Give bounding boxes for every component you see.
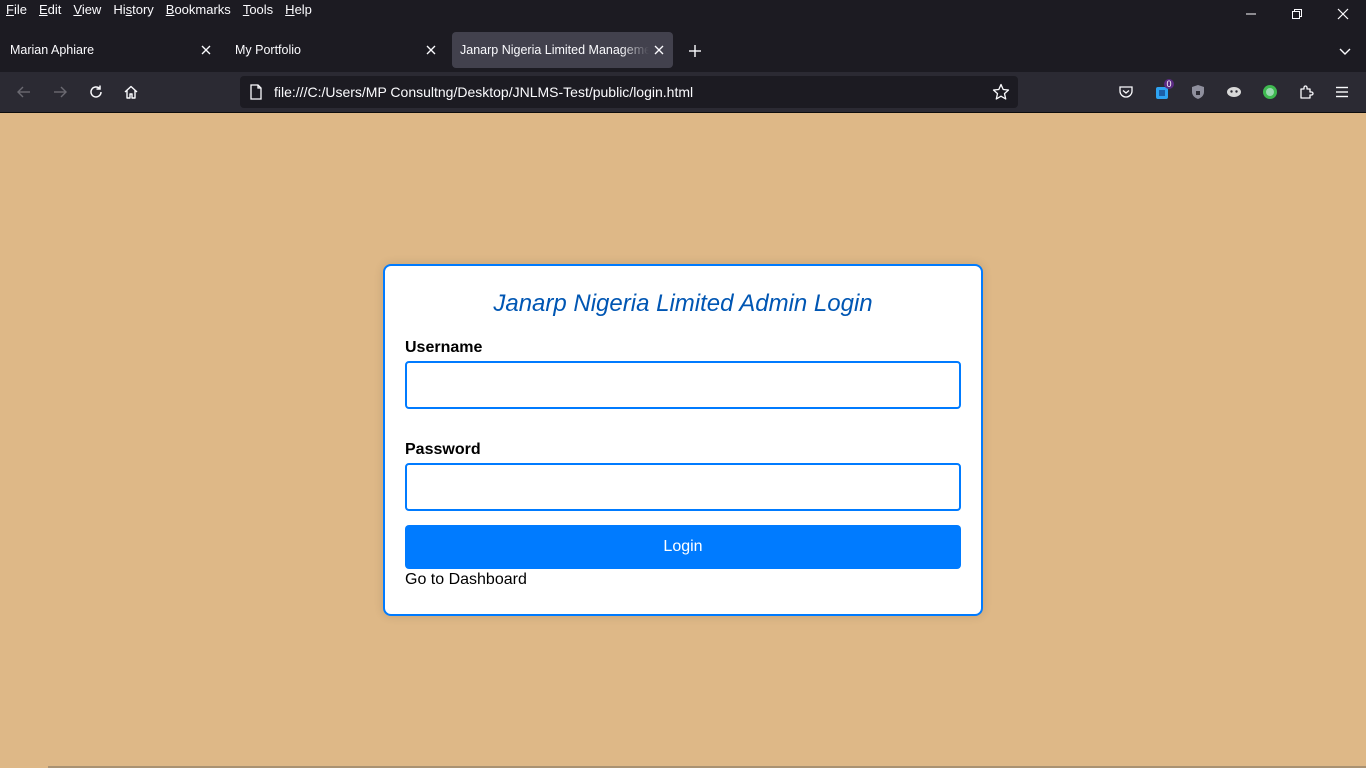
login-card: Janarp Nigeria Limited Admin Login Usern… bbox=[383, 264, 983, 616]
menu-items: File Edit View History Bookmarks Tools H… bbox=[6, 2, 318, 20]
close-icon bbox=[1337, 8, 1349, 20]
tab-title: Janarp Nigeria Limited Management bbox=[460, 43, 649, 57]
minimize-button[interactable] bbox=[1228, 0, 1274, 28]
login-button[interactable]: Login bbox=[405, 525, 961, 569]
menu-file-label: ile bbox=[13, 2, 27, 17]
menu-help[interactable]: Help bbox=[279, 2, 318, 20]
menu-edit[interactable]: Edit bbox=[33, 2, 67, 20]
ghost-extension-button[interactable] bbox=[1220, 78, 1248, 106]
window-controls bbox=[1228, 0, 1366, 28]
tab-title: My Portfolio bbox=[235, 43, 301, 57]
hamburger-menu-icon bbox=[1336, 86, 1348, 98]
list-all-tabs-button[interactable] bbox=[1332, 38, 1358, 64]
minimize-icon bbox=[1246, 13, 1256, 15]
shield-lock-icon bbox=[1192, 85, 1204, 99]
extension-counter-button[interactable]: 0 bbox=[1148, 78, 1176, 106]
chevron-down-icon bbox=[1339, 48, 1351, 55]
url-text: file:///C:/Users/MP Consultng/Desktop/JN… bbox=[274, 84, 694, 100]
login-title: Janarp Nigeria Limited Admin Login bbox=[493, 290, 873, 317]
menu-edit-label: dit bbox=[47, 2, 62, 17]
extensions-button[interactable] bbox=[1292, 78, 1320, 106]
tab-close-button[interactable] bbox=[196, 40, 216, 60]
password-input[interactable] bbox=[405, 463, 961, 511]
menu-file-accel: F bbox=[6, 2, 14, 17]
pocket-button[interactable] bbox=[1112, 78, 1140, 106]
menu-view-label: iew bbox=[81, 2, 102, 17]
green-circle-icon bbox=[1263, 85, 1277, 99]
username-label: Username bbox=[405, 339, 483, 356]
page-file-icon bbox=[248, 84, 264, 100]
tab-title: Marian Aphiare bbox=[10, 43, 95, 57]
menu-bookmarks[interactable]: Bookmarks bbox=[160, 2, 237, 20]
forward-button[interactable] bbox=[46, 78, 74, 106]
menu-bar: File Edit View History Bookmarks Tools H… bbox=[0, 0, 1366, 28]
menu-tools-label: ools bbox=[249, 2, 274, 17]
menu-tools[interactable]: Tools bbox=[237, 2, 279, 20]
tab-marian-aphiare[interactable]: Marian Aphiare bbox=[0, 32, 222, 68]
arrow-right-icon bbox=[54, 86, 67, 98]
menu-view[interactable]: View bbox=[67, 2, 107, 20]
restore-icon bbox=[1292, 9, 1302, 19]
tab-janarp-active[interactable]: Janarp Nigeria Limited Management bbox=[452, 32, 673, 68]
url-bar[interactable]: file:///C:/Users/MP Consultng/Desktop/JN… bbox=[240, 76, 1018, 108]
green-extension-button[interactable] bbox=[1256, 78, 1284, 106]
privacy-extension-button[interactable] bbox=[1184, 78, 1212, 106]
menu-history-pre: Hi bbox=[113, 2, 126, 17]
ghost-icon bbox=[1227, 87, 1241, 97]
menu-bookmarks-label: ookmarks bbox=[174, 2, 231, 17]
close-window-button[interactable] bbox=[1320, 0, 1366, 28]
menu-help-label: elp bbox=[294, 2, 312, 17]
password-label: Password bbox=[405, 441, 481, 458]
nav-bar: file:///C:/Users/MP Consultng/Desktop/JN… bbox=[0, 72, 1366, 113]
menu-help-accel: H bbox=[285, 2, 295, 17]
app-menu-button[interactable] bbox=[1328, 78, 1356, 106]
dashboard-link[interactable]: Go to Dashboard bbox=[405, 571, 527, 589]
close-icon bbox=[201, 45, 211, 55]
close-icon bbox=[426, 45, 436, 55]
tab-my-portfolio[interactable]: My Portfolio bbox=[225, 32, 447, 68]
star-icon bbox=[992, 83, 1010, 100]
tab-close-button[interactable] bbox=[649, 40, 669, 60]
plus-icon bbox=[689, 45, 701, 57]
puzzle-icon bbox=[1300, 85, 1314, 99]
menu-view-accel: V bbox=[73, 2, 82, 17]
menu-file[interactable]: File bbox=[6, 2, 33, 20]
tab-close-button[interactable] bbox=[421, 40, 441, 60]
menu-edit-accel: E bbox=[38, 2, 48, 17]
menu-history-label: tory bbox=[132, 2, 154, 17]
bookmark-star-button[interactable] bbox=[990, 81, 1012, 103]
pocket-icon bbox=[1119, 86, 1133, 98]
menu-history[interactable]: History bbox=[107, 2, 159, 20]
extension-badge: 0 bbox=[1164, 79, 1174, 89]
restore-button[interactable] bbox=[1274, 0, 1320, 28]
page-content: Janarp Nigeria Limited Admin Login Usern… bbox=[0, 113, 1366, 768]
username-input[interactable] bbox=[405, 361, 961, 409]
home-icon bbox=[124, 85, 138, 99]
tab-strip: Marian Aphiare My Portfolio Janarp Niger… bbox=[0, 28, 1366, 72]
back-button[interactable] bbox=[10, 78, 38, 106]
close-icon bbox=[654, 45, 664, 55]
reload-icon bbox=[90, 85, 102, 98]
reload-button[interactable] bbox=[82, 78, 110, 106]
home-button[interactable] bbox=[117, 78, 145, 106]
arrow-left-icon bbox=[17, 86, 30, 98]
new-tab-button[interactable] bbox=[682, 38, 708, 64]
